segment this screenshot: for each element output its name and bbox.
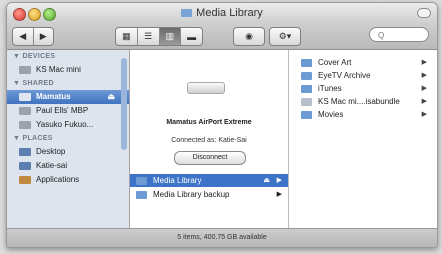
icon-view-button[interactable]: ▦ [116, 28, 138, 45]
disclosure-arrow-icon: ▶ [276, 191, 282, 198]
column-item-media-library[interactable]: Media Library ⏏ ▶ [130, 174, 288, 187]
desktop-icon [19, 148, 31, 156]
column-item-movies[interactable]: Movies ▶ [289, 108, 437, 121]
column-item-sparsebundle[interactable]: KS Mac mi....isabundle ▶ [289, 95, 437, 108]
airport-extreme-icon [187, 82, 225, 94]
sidebar-header-devices[interactable]: ▼ DEVICES [13, 50, 129, 63]
sidebar-scrollbar[interactable] [121, 58, 127, 150]
airport-icon [19, 93, 31, 101]
sidebar-item-home[interactable]: Katie-sai [7, 159, 129, 173]
folder-icon [301, 71, 312, 80]
server-name: Mamatus AirPort Extreme [166, 119, 252, 126]
computer-icon [19, 66, 31, 74]
quick-look-control: ◉ [233, 27, 265, 46]
sidebar-item-applications[interactable]: Applications [7, 173, 129, 187]
action-control: ⚙▾ [269, 27, 301, 46]
back-forward-control: ◀ ▶ [12, 27, 54, 46]
disclosure-arrow-icon: ▶ [421, 85, 427, 92]
list-view-button[interactable]: ☰ [138, 28, 160, 45]
toolbar: ◀ ▶ ▦ ☰ ▥ ▬ ◉ ⚙▾ Q [7, 23, 437, 50]
window-title: Media Library [7, 7, 437, 19]
eject-icon[interactable]: ⏏ [107, 90, 115, 104]
disconnect-button[interactable]: Disconnect [174, 151, 246, 165]
computer-icon [19, 121, 31, 129]
column-item-itunes[interactable]: iTunes ▶ [289, 82, 437, 95]
action-menu-button[interactable]: ⚙▾ [270, 28, 300, 45]
sidebar-header-shared[interactable]: ▼ SHARED [13, 77, 129, 90]
folder-icon [301, 110, 312, 119]
share-folder-icon [136, 176, 147, 185]
disk-image-icon [301, 97, 312, 106]
sidebar-item-paul-ells-mbp[interactable]: Paul Ells' MBP [7, 104, 129, 118]
sidebar-header-places[interactable]: ▼ PLACES [13, 132, 129, 145]
sidebar-item-desktop[interactable]: Desktop [7, 145, 129, 159]
folder-icon [301, 58, 312, 67]
disclosure-arrow-icon: ▶ [421, 98, 427, 105]
back-button[interactable]: ◀ [13, 28, 34, 45]
disclosure-arrow-icon: ▶ [421, 111, 427, 118]
disclosure-arrow-icon: ▶ [421, 59, 427, 66]
view-mode-control: ▦ ☰ ▥ ▬ [115, 27, 203, 46]
column-item-eyetv-archive[interactable]: EyeTV Archive ▶ [289, 69, 437, 82]
home-icon [19, 162, 31, 170]
disclosure-arrow-icon: ▶ [421, 72, 427, 79]
column-view-button[interactable]: ▥ [159, 28, 182, 45]
sidebar: ▼ DEVICES KS Mac mini ▼ SHARED Mamatus ⏏ … [7, 50, 130, 229]
search-input[interactable]: Q [369, 27, 429, 42]
coverflow-view-button[interactable]: ▬ [181, 28, 202, 45]
column-item-media-library-backup[interactable]: Media Library backup ▶ [130, 188, 288, 201]
connected-as-label: Connected as: Katie-Sai [171, 137, 247, 144]
sidebar-item-yasuko[interactable]: Yasuko Fukuo... [7, 118, 129, 132]
folder-icon [301, 84, 312, 93]
folder-icon [181, 9, 193, 17]
share-folder-icon [136, 190, 147, 199]
finder-window: Media Library ◀ ▶ ▦ ☰ ▥ ▬ ◉ ⚙▾ Q ▼ DEVIC… [6, 2, 438, 248]
applications-icon [19, 176, 31, 184]
column-2: Cover Art ▶ EyeTV Archive ▶ iTunes ▶ KS Mac… [289, 50, 437, 229]
toolbar-toggle-button[interactable] [417, 8, 431, 18]
title-bar[interactable]: Media Library [7, 3, 437, 23]
sidebar-item-mamatus[interactable]: Mamatus ⏏ [7, 90, 129, 104]
sidebar-item-ks-mac-mini[interactable]: KS Mac mini [7, 63, 129, 77]
status-bar: 5 items, 400.75 GB available [7, 228, 437, 247]
laptop-icon [19, 107, 31, 115]
column-item-cover-art[interactable]: Cover Art ▶ [289, 56, 437, 69]
column-1: Mamatus AirPort Extreme Connected as: Ka… [130, 50, 289, 229]
quick-look-button[interactable]: ◉ [234, 28, 264, 45]
eject-icon[interactable]: ⏏ [263, 174, 270, 187]
forward-button[interactable]: ▶ [34, 28, 54, 45]
disclosure-arrow-icon: ▶ [276, 177, 282, 184]
